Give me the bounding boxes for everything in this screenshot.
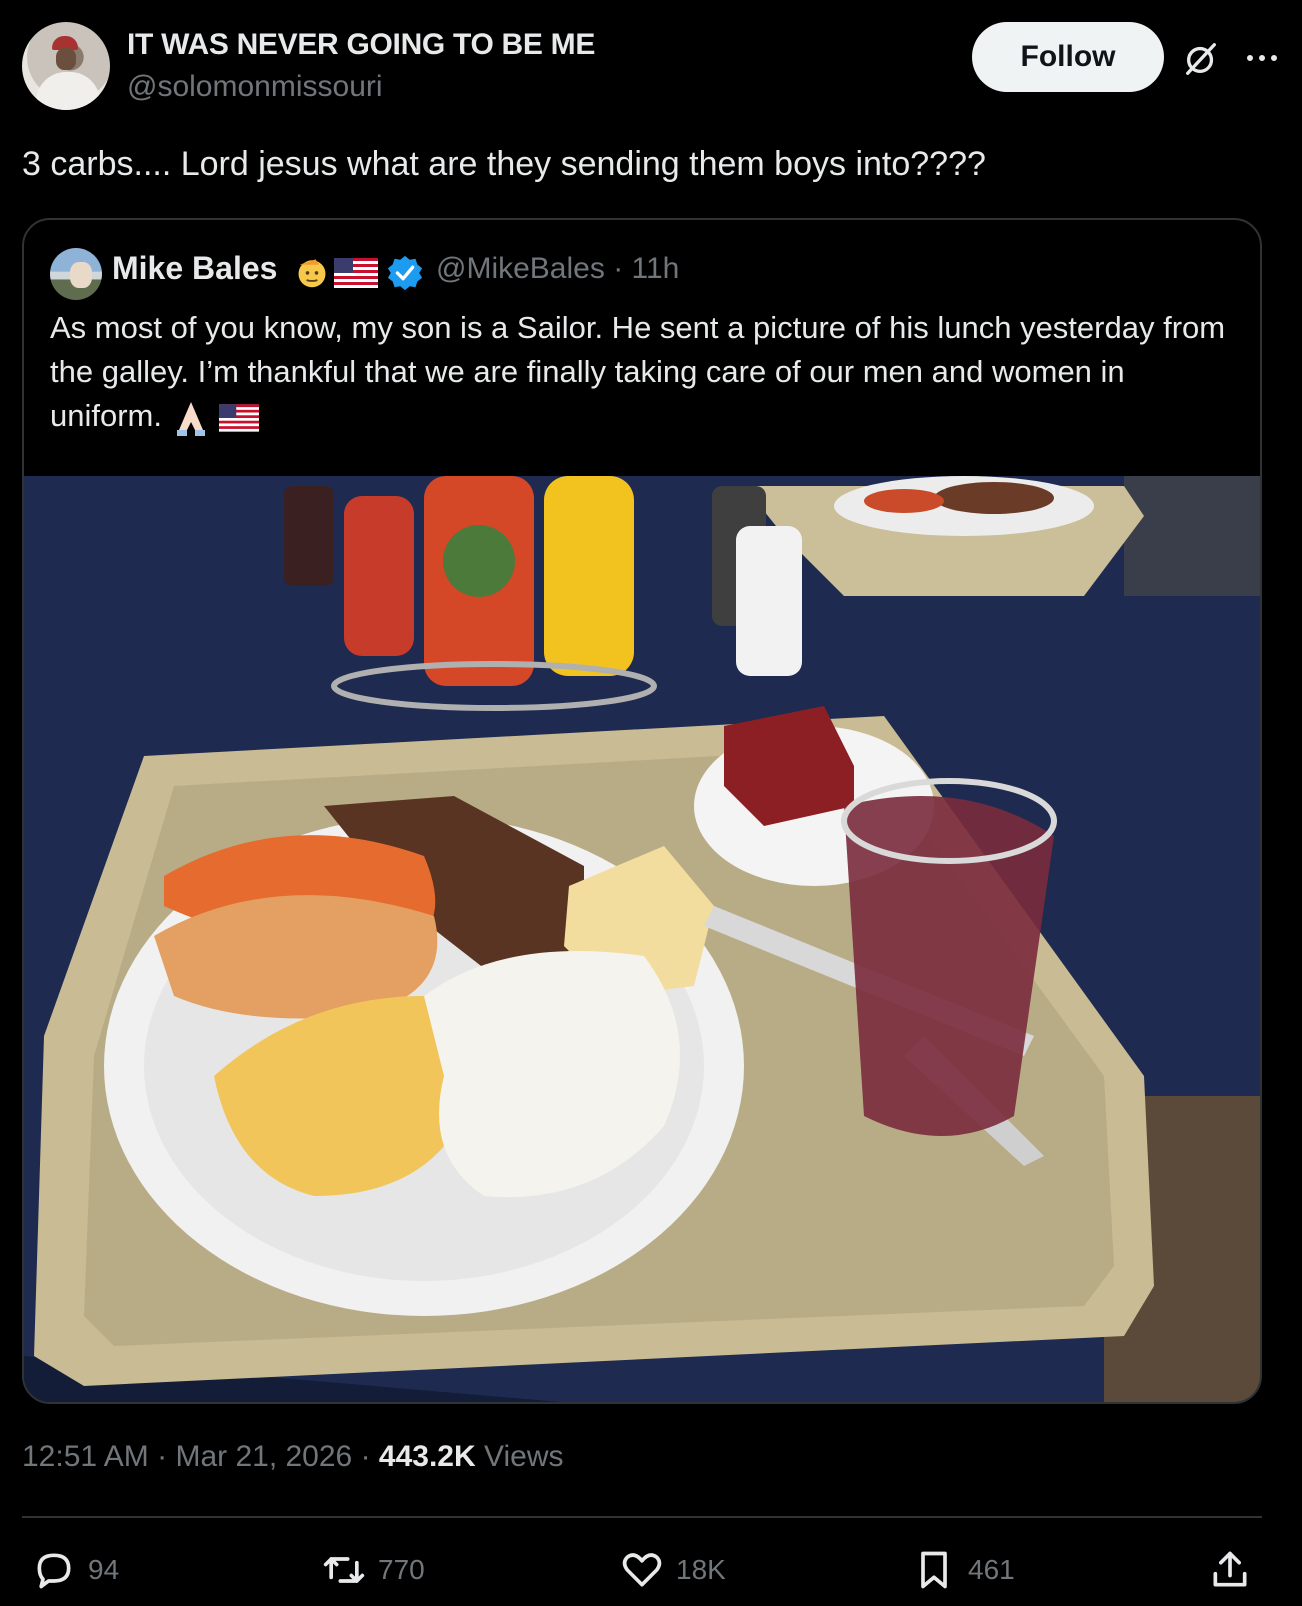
author-display-name[interactable]: IT WAS NEVER GOING TO BE ME (127, 28, 595, 62)
follow-button[interactable]: Follow (972, 22, 1164, 92)
separator-dot: · (360, 1440, 371, 1473)
reply-count: 94 (88, 1554, 120, 1585)
share-button[interactable] (1208, 1540, 1252, 1600)
author-avatar[interactable] (22, 22, 110, 110)
like-count: 18K (676, 1554, 726, 1585)
quoted-author-name[interactable]: Mike Bales (112, 250, 277, 287)
action-bar: 94 770 18K 461 (0, 1540, 1302, 1600)
tweet-meta: 12:51 AM · Mar 21, 2026 · 443.2K Views (22, 1440, 564, 1474)
tweet-time[interactable]: 12:51 AM (22, 1440, 149, 1473)
quoted-age[interactable]: 11h (632, 252, 680, 285)
bookmark-count: 461 (968, 1554, 1015, 1585)
divider (22, 1516, 1262, 1518)
verified-badge-icon (387, 255, 423, 291)
bookmark-button[interactable]: 461 (912, 1540, 1015, 1600)
bookmark-icon (921, 1551, 947, 1589)
share-icon (1213, 1551, 1247, 1587)
heart-icon (622, 1553, 662, 1587)
grok-icon[interactable] (1182, 40, 1220, 78)
tweet-date[interactable]: Mar 21, 2026 (175, 1440, 352, 1473)
author-handle[interactable]: @solomonmissouri (127, 70, 383, 104)
separator-dot: · (613, 252, 624, 285)
folded-hands-icon (176, 401, 205, 436)
quoted-tweet-photo[interactable] (24, 476, 1260, 1404)
like-button[interactable]: 18K (620, 1540, 726, 1600)
more-options-icon[interactable] (1244, 46, 1280, 70)
tweet-header: IT WAS NEVER GOING TO BE ME @solomonmiss… (22, 22, 1282, 112)
views-count: 443.2K (378, 1440, 476, 1473)
tweet-text: 3 carbs.... Lord jesus what are they sen… (22, 145, 986, 183)
reply-icon (37, 1553, 71, 1589)
separator-dot: · (157, 1440, 168, 1473)
reply-button[interactable]: 94 (32, 1540, 119, 1600)
views-label: Views (484, 1440, 564, 1473)
saluting-face-icon (298, 259, 326, 288)
quoted-handle-row: @MikeBales · 11h (436, 252, 679, 286)
quoted-author-avatar[interactable] (50, 248, 102, 300)
repost-icon (323, 1557, 365, 1583)
repost-button[interactable]: 770 (322, 1540, 425, 1600)
quoted-tweet-card[interactable]: Mike Bales @MikeBales · 11h As most of y… (22, 218, 1262, 1404)
us-flag-icon (219, 404, 260, 432)
repost-count: 770 (378, 1554, 425, 1585)
quoted-tweet-text: As most of you know, my son is a Sailor.… (50, 306, 1230, 438)
quoted-author-handle[interactable]: @MikeBales (436, 252, 605, 285)
us-flag-icon (334, 258, 378, 288)
